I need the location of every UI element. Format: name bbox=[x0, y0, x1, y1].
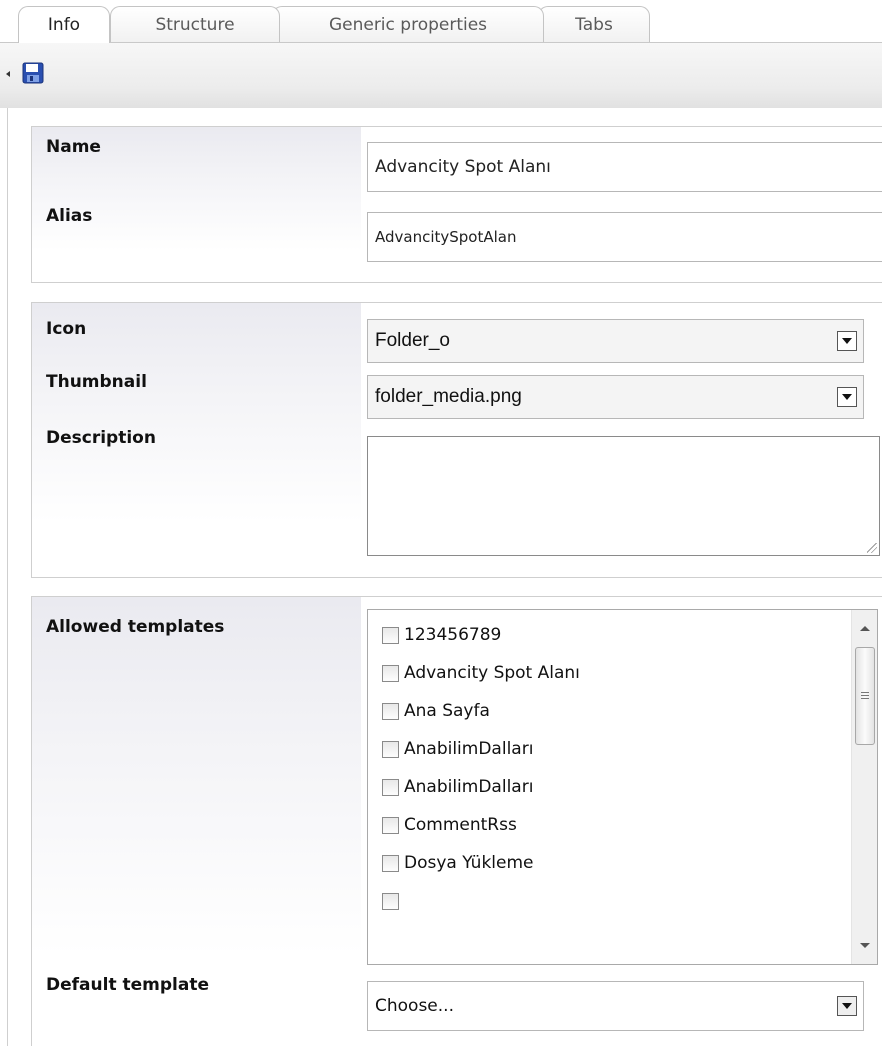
toolbar bbox=[0, 42, 882, 108]
info-panel: Name Alias bbox=[31, 126, 882, 283]
name-input[interactable] bbox=[367, 142, 882, 192]
default-template-label: Default template bbox=[46, 975, 209, 995]
name-label: Name bbox=[46, 137, 101, 157]
checkbox[interactable] bbox=[382, 740, 399, 758]
template-label: AnabilimDalları bbox=[404, 739, 534, 759]
chevron-down-icon[interactable] bbox=[837, 996, 857, 1016]
default-template-select[interactable]: Choose... bbox=[367, 981, 864, 1031]
templates-panel: Allowed templates 123456789 Advancity Sp… bbox=[31, 596, 882, 1046]
description-textarea[interactable] bbox=[367, 436, 880, 556]
save-icon[interactable] bbox=[22, 62, 44, 84]
tab-label: Generic properties bbox=[328, 14, 488, 35]
icon-select-value: Folder_o bbox=[375, 330, 450, 351]
template-label: AnabilimDalları bbox=[404, 777, 534, 797]
checkbox[interactable] bbox=[382, 816, 399, 834]
alias-input[interactable] bbox=[367, 212, 882, 262]
tab-info[interactable]: Info bbox=[18, 6, 110, 43]
list-item[interactable]: AnabilimDalları bbox=[382, 731, 533, 767]
list-item[interactable]: Dosya Yükleme bbox=[382, 845, 533, 881]
description-label: Description bbox=[46, 428, 156, 448]
list-item[interactable]: Ana Sayfa bbox=[382, 693, 490, 729]
scroll-down-icon[interactable] bbox=[860, 943, 870, 948]
alias-label: Alias bbox=[46, 206, 93, 226]
list-scrollbar[interactable] bbox=[851, 610, 877, 964]
thumbnail-select-value: folder_media.png bbox=[375, 386, 522, 407]
checkbox[interactable] bbox=[382, 778, 399, 796]
scroll-up-icon[interactable] bbox=[860, 626, 870, 631]
grip-line bbox=[861, 698, 869, 699]
icon-label: Icon bbox=[46, 319, 87, 339]
allowed-templates-label: Allowed templates bbox=[46, 617, 225, 637]
list-item-partial[interactable] bbox=[382, 883, 404, 919]
tab-tabs[interactable]: Tabs bbox=[538, 6, 650, 42]
template-label: Dosya Yükleme bbox=[404, 853, 534, 873]
thumbnail-select[interactable]: folder_media.png bbox=[367, 375, 864, 419]
checkbox[interactable] bbox=[382, 892, 399, 910]
content-area: Name Alias Icon Folder_o Thumbnail folde… bbox=[0, 108, 882, 1046]
checkbox[interactable] bbox=[382, 664, 399, 682]
scroll-thumb[interactable] bbox=[855, 647, 875, 745]
tab-label: Tabs bbox=[575, 14, 613, 35]
tab-label: Info bbox=[47, 15, 81, 35]
allowed-templates-list[interactable]: 123456789 Advancity Spot Alanı Ana Sayfa… bbox=[367, 609, 878, 965]
checkbox[interactable] bbox=[382, 854, 399, 872]
list-item[interactable]: 123456789 bbox=[382, 617, 501, 653]
template-label: Ana Sayfa bbox=[404, 701, 490, 721]
collapse-arrow-icon[interactable] bbox=[6, 71, 10, 77]
checkbox[interactable] bbox=[382, 702, 399, 720]
grip-line bbox=[861, 695, 869, 696]
template-label: Advancity Spot Alanı bbox=[404, 663, 580, 683]
tab-generic-properties[interactable]: Generic properties bbox=[272, 6, 544, 42]
icon-select[interactable]: Folder_o bbox=[367, 319, 864, 363]
default-template-value: Choose... bbox=[375, 996, 454, 1016]
tab-bar: Tabs Generic properties Structure Info bbox=[0, 0, 882, 43]
list-item[interactable]: AnabilimDalları bbox=[382, 769, 533, 805]
appearance-panel: Icon Folder_o Thumbnail folder_media.png… bbox=[31, 302, 882, 578]
checkbox[interactable] bbox=[382, 626, 399, 644]
chevron-down-icon[interactable] bbox=[837, 387, 857, 407]
list-item[interactable]: Advancity Spot Alanı bbox=[382, 655, 580, 691]
chevron-down-icon[interactable] bbox=[837, 331, 857, 351]
list-item[interactable]: CommentRss bbox=[382, 807, 517, 843]
template-label: CommentRss bbox=[404, 815, 517, 835]
template-label: 123456789 bbox=[404, 625, 502, 645]
tab-structure[interactable]: Structure bbox=[110, 6, 280, 42]
resize-grip-icon[interactable] bbox=[867, 543, 877, 553]
grip-line bbox=[861, 692, 869, 693]
tab-label: Structure bbox=[155, 14, 235, 35]
thumbnail-label: Thumbnail bbox=[46, 372, 147, 392]
